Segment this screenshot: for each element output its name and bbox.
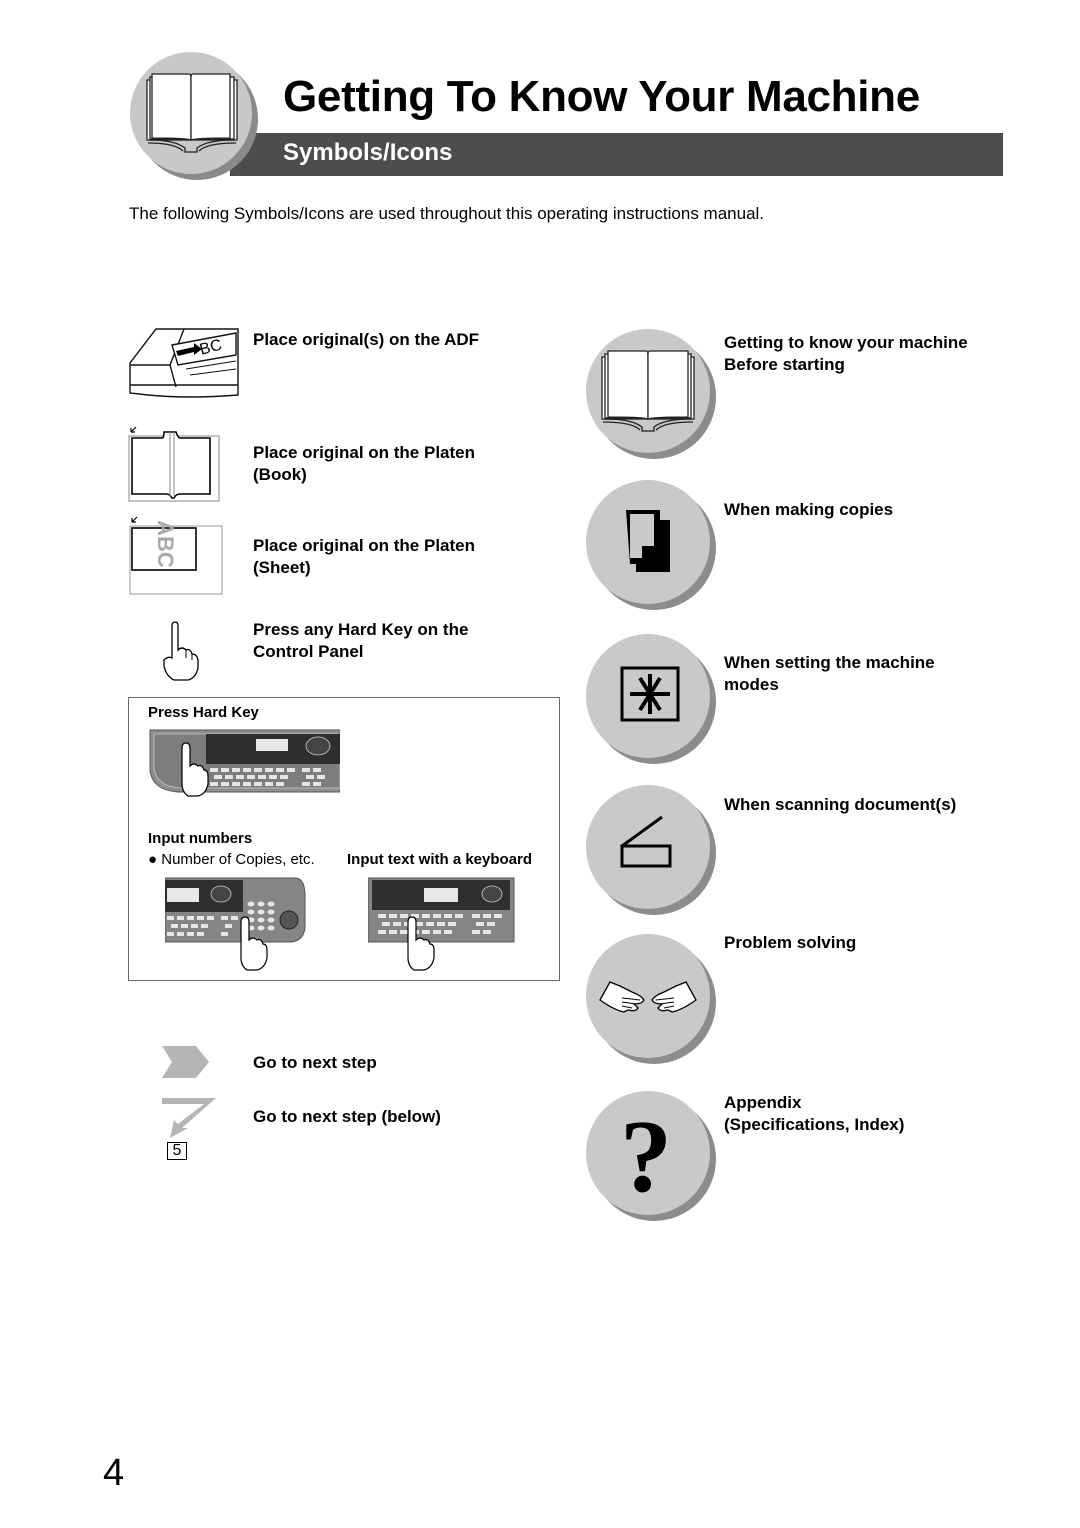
next-step-below-label: Go to next step (below) — [253, 1107, 441, 1126]
intro-text: The following Symbols/Icons are used thr… — [129, 204, 765, 223]
platen-sheet-icon: ABC — [128, 514, 224, 596]
getting-to-know-label: Getting to know your machine Before star… — [724, 333, 968, 374]
scanner-icon — [620, 815, 672, 868]
control-panel-illustration — [148, 726, 341, 798]
open-book-icon — [146, 73, 238, 153]
open-book-icon — [601, 350, 695, 432]
copy-icon — [626, 510, 670, 572]
svg-text:?: ? — [620, 1099, 672, 1214]
machine-modes-badge — [586, 634, 710, 758]
page-title: Getting To Know Your Machine — [283, 72, 920, 121]
next-step-arrow-icon — [162, 1046, 210, 1078]
bullet-icon: ● — [148, 851, 158, 868]
input-text-keyboard-heading: Input text with a keyboard — [347, 851, 533, 868]
adf-icon: BC — [128, 325, 240, 401]
keyboard-illustration — [367, 876, 516, 972]
question-mark-icon: ? — [620, 1099, 672, 1214]
adf-label: Place original(s) on the ADF — [253, 330, 480, 349]
hard-key-label: Press any Hard Key on the Control Panel — [253, 620, 469, 661]
platen-book-icon — [128, 426, 222, 504]
appendix-badge: ? — [586, 1091, 710, 1215]
numeric-keypad-illustration — [164, 876, 307, 972]
finger-press-icon — [160, 620, 204, 682]
step-number-badge: 5 — [167, 1142, 187, 1160]
problem-solving-badge — [586, 934, 710, 1058]
making-copies-badge — [586, 480, 710, 604]
getting-to-know-badge — [586, 329, 710, 453]
scanning-label: When scanning document(s) — [724, 795, 957, 814]
next-step-below-arrow-icon — [160, 1096, 220, 1140]
press-hard-key-heading: Press Hard Key — [148, 704, 259, 721]
number-of-copies-note: ● Number of Copies, etc. — [148, 851, 315, 868]
next-step-label: Go to next step — [253, 1053, 377, 1072]
header-book-badge — [130, 52, 252, 174]
machine-modes-label: When setting the machine modes — [724, 653, 935, 694]
input-numbers-heading: Input numbers — [148, 830, 253, 847]
appendix-label: Appendix (Specifications, Index) — [724, 1093, 905, 1134]
handshake-icon — [599, 981, 697, 1013]
section-subtitle: Symbols/Icons — [283, 139, 453, 166]
platen-sheet-label: Place original on the Platen (Sheet) — [253, 536, 475, 577]
making-copies-label: When making copies — [724, 500, 894, 519]
asterisk-box-icon — [620, 666, 680, 722]
problem-solving-label: Problem solving — [724, 933, 857, 952]
svg-text:ABC: ABC — [153, 520, 178, 568]
platen-book-label: Place original on the Platen (Book) — [253, 443, 475, 484]
page-number: 4 — [103, 1452, 125, 1494]
scanning-badge — [586, 785, 710, 909]
